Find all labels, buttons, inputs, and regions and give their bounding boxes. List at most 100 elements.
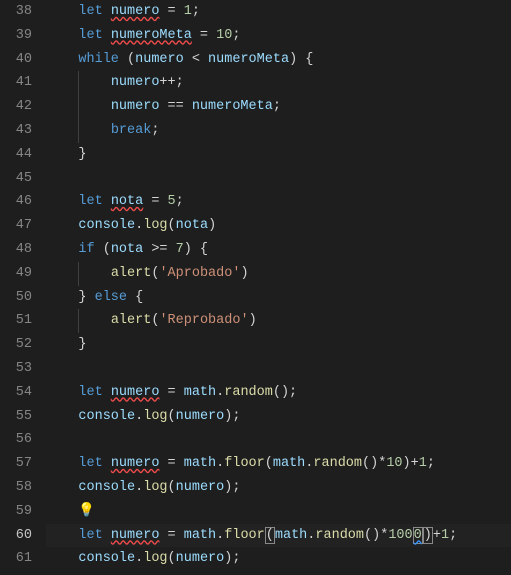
token: numero <box>111 75 160 90</box>
code-line[interactable]: console.log(numero); <box>46 476 511 500</box>
token: < <box>184 52 208 67</box>
code-line[interactable] <box>46 357 511 381</box>
token: } <box>78 147 86 162</box>
code-line[interactable]: if (nota >= 7) { <box>46 238 511 262</box>
token: = <box>159 456 183 471</box>
token: 1 <box>184 4 192 19</box>
token: } <box>78 290 94 305</box>
token: math <box>184 528 216 543</box>
code-line[interactable]: numero == numeroMeta; <box>46 95 511 119</box>
code-line[interactable]: console.log(numero); <box>46 405 511 429</box>
code-line[interactable] <box>46 167 511 191</box>
line-number: 53 <box>0 357 32 381</box>
token: numeroMeta <box>192 99 273 114</box>
line-number: 49 <box>0 262 32 286</box>
token: break <box>111 123 152 138</box>
code-line[interactable]: } <box>46 333 511 357</box>
token: let <box>78 528 110 543</box>
token: console <box>78 409 135 424</box>
token: 1 <box>419 456 427 471</box>
code-line[interactable]: let numero = math.random(); <box>46 381 511 405</box>
token: numeroMeta <box>208 52 289 67</box>
token: ) <box>208 218 216 233</box>
token: = <box>159 385 183 400</box>
code-line[interactable]: let numeroMeta = 10; <box>46 24 511 48</box>
code-line[interactable]: numero++; <box>46 71 511 95</box>
line-number: 39 <box>0 24 32 48</box>
token: alert <box>111 266 152 281</box>
code-editor[interactable]: 3839404142434445464748495051525354555657… <box>0 0 511 575</box>
token: ( <box>119 52 135 67</box>
token: ( <box>168 218 176 233</box>
line-number: 43 <box>0 119 32 143</box>
code-line[interactable]: alert('Aprobado') <box>46 262 511 286</box>
token: + <box>433 528 441 543</box>
token: numero <box>111 456 160 471</box>
token: numero <box>111 4 160 19</box>
token: math <box>184 385 216 400</box>
line-number: 42 <box>0 95 32 119</box>
token: ; <box>232 28 240 43</box>
token: ( <box>95 242 111 257</box>
line-number: 61 <box>0 547 32 571</box>
lightbulb-icon[interactable]: 💡 <box>46 504 95 519</box>
code-line[interactable]: console.log(numero); <box>46 547 511 571</box>
code-line[interactable] <box>46 428 511 452</box>
token: ); <box>224 409 240 424</box>
token: if <box>78 242 94 257</box>
token: numeroMeta <box>111 28 192 43</box>
token: = <box>159 528 183 543</box>
line-number: 40 <box>0 48 32 72</box>
line-number: 54 <box>0 381 32 405</box>
token: let <box>78 385 110 400</box>
line-number: 45 <box>0 167 32 191</box>
code-line[interactable]: alert('Reprobado') <box>46 309 511 333</box>
code-line[interactable]: while (numero < numeroMeta) { <box>46 48 511 72</box>
token: ; <box>427 456 435 471</box>
token: ); <box>224 551 240 566</box>
token: ; <box>151 123 159 138</box>
code-line[interactable]: let numero = 1; <box>46 0 511 24</box>
code-line[interactable]: 💡 <box>46 500 511 524</box>
token: ); <box>224 480 240 495</box>
token: numero <box>135 52 184 67</box>
token: random <box>315 528 364 543</box>
code-line[interactable]: let numero = math.floor(math.random()*10… <box>46 452 511 476</box>
token: == <box>159 99 191 114</box>
token: 7 <box>176 242 184 257</box>
token: log <box>143 551 167 566</box>
code-line[interactable]: let numero = math.floor(math.random()*10… <box>46 524 511 548</box>
token: ) { <box>184 242 208 257</box>
line-number: 55 <box>0 405 32 429</box>
token: console <box>78 480 135 495</box>
line-number: 58 <box>0 476 32 500</box>
code-area[interactable]: let numero = 1; let numeroMeta = 10; whi… <box>46 0 511 575</box>
token: numero <box>176 480 225 495</box>
token: = <box>143 194 167 209</box>
token: ( <box>168 480 176 495</box>
line-number-gutter: 3839404142434445464748495051525354555657… <box>0 0 46 575</box>
token: let <box>78 28 110 43</box>
token: { <box>127 290 143 305</box>
code-line[interactable]: break; <box>46 119 511 143</box>
code-line[interactable]: let nota = 5; <box>46 190 511 214</box>
code-line[interactable]: } <box>46 143 511 167</box>
token: let <box>78 456 110 471</box>
code-line[interactable]: } else { <box>46 286 511 310</box>
token: numero <box>176 409 225 424</box>
token: 10 <box>216 28 232 43</box>
line-number: 41 <box>0 71 32 95</box>
token: log <box>143 218 167 233</box>
token: 'Reprobado' <box>159 313 248 328</box>
token: 1 <box>441 528 449 543</box>
token: numero <box>176 551 225 566</box>
token: nota <box>111 242 143 257</box>
token: nota <box>111 194 143 209</box>
line-number: 59 <box>0 500 32 524</box>
token: random <box>313 456 362 471</box>
token: ) <box>249 313 257 328</box>
token: = <box>192 28 216 43</box>
token: (); <box>273 385 297 400</box>
code-line[interactable]: console.log(nota) <box>46 214 511 238</box>
line-number: 52 <box>0 333 32 357</box>
